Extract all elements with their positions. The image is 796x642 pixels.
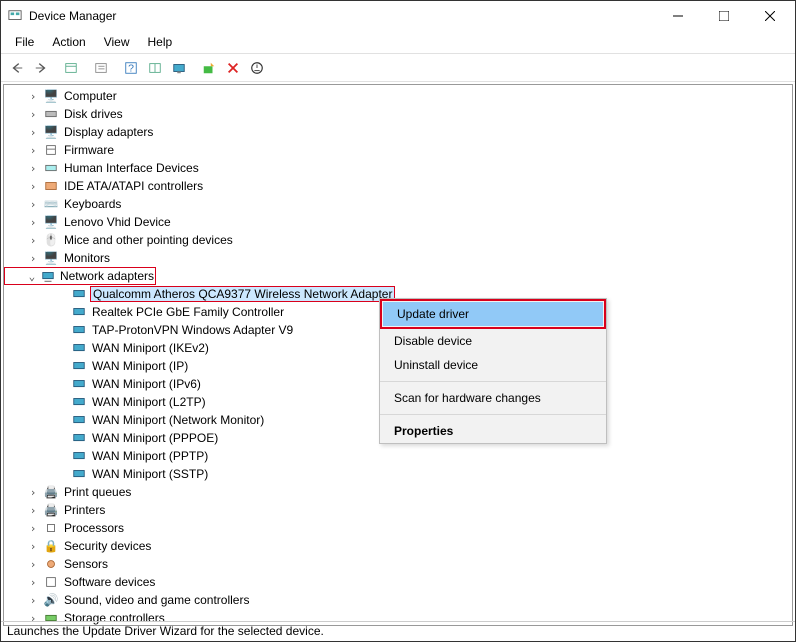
menu-action[interactable]: Action — [44, 33, 93, 51]
tree-item[interactable]: ›Software devices — [4, 573, 792, 591]
network-icon — [71, 358, 87, 374]
tree-item[interactable]: ›🖥️Computer — [4, 87, 792, 105]
network-icon — [71, 286, 87, 302]
context-disable-device[interactable]: Disable device — [380, 329, 606, 353]
back-button[interactable] — [5, 57, 29, 79]
hid-icon — [43, 160, 59, 176]
forward-button[interactable] — [29, 57, 53, 79]
expand-icon[interactable]: › — [26, 522, 40, 535]
tree-item[interactable]: ›IDE ATA/ATAPI controllers — [4, 177, 792, 195]
minimize-button[interactable] — [655, 1, 701, 31]
sensor-icon — [43, 556, 59, 572]
menubar: File Action View Help — [1, 31, 795, 54]
expand-icon[interactable]: › — [26, 504, 40, 517]
context-scan-hardware[interactable]: Scan for hardware changes — [380, 386, 606, 410]
expand-icon[interactable]: › — [26, 108, 40, 121]
printer-icon: 🖨️ — [43, 502, 59, 518]
tree-item[interactable]: ›⌨️Keyboards — [4, 195, 792, 213]
tree-item[interactable]: WAN Miniport (PPTP) — [4, 447, 792, 465]
maximize-button[interactable] — [701, 1, 747, 31]
display-icon: 🖥️ — [43, 124, 59, 140]
window-title: Device Manager — [29, 9, 655, 23]
tree-item[interactable]: WAN Miniport (SSTP) — [4, 465, 792, 483]
expand-icon[interactable]: › — [26, 558, 40, 571]
expand-icon[interactable]: › — [26, 126, 40, 139]
uninstall-icon[interactable] — [221, 57, 245, 79]
update-driver-icon[interactable] — [197, 57, 221, 79]
menu-file[interactable]: File — [7, 33, 42, 51]
menu-view[interactable]: View — [96, 33, 138, 51]
expand-icon[interactable]: › — [26, 90, 40, 103]
ide-icon — [43, 178, 59, 194]
expand-icon[interactable]: › — [26, 144, 40, 157]
tree-item[interactable]: ›🔊Sound, video and game controllers — [4, 591, 792, 609]
expand-icon[interactable]: › — [26, 216, 40, 229]
print-icon: 🖨️ — [43, 484, 59, 500]
keyboard-icon: ⌨️ — [43, 196, 59, 212]
firmware-icon — [43, 142, 59, 158]
tree-item[interactable]: ›🖥️Lenovo Vhid Device — [4, 213, 792, 231]
expand-icon[interactable]: › — [26, 252, 40, 265]
security-icon: 🔒 — [43, 538, 59, 554]
app-icon — [7, 8, 23, 24]
cpu-icon — [43, 520, 59, 536]
tree-item[interactable]: ›🖱️Mice and other pointing devices — [4, 231, 792, 249]
statusbar: Launches the Update Driver Wizard for th… — [1, 621, 795, 641]
network-icon — [71, 340, 87, 356]
toolbar-icon-4[interactable] — [143, 57, 167, 79]
scan-hardware-icon[interactable] — [167, 57, 191, 79]
mouse-icon: 🖱️ — [43, 232, 59, 248]
disable-icon[interactable] — [245, 57, 269, 79]
network-icon — [71, 394, 87, 410]
toolbar-icon-2[interactable] — [89, 57, 113, 79]
expand-icon[interactable]: › — [26, 540, 40, 553]
network-icon — [71, 448, 87, 464]
network-icon — [71, 412, 87, 428]
monitor-icon: 🖥️ — [43, 250, 59, 266]
tree-item[interactable]: ›Human Interface Devices — [4, 159, 792, 177]
tree-item[interactable]: ›🖨️Printers — [4, 501, 792, 519]
network-icon — [71, 322, 87, 338]
menu-help[interactable]: Help — [140, 33, 181, 51]
context-properties[interactable]: Properties — [380, 419, 606, 443]
computer-icon: 🖥️ — [43, 88, 59, 104]
context-update-driver[interactable]: Update driver — [383, 302, 603, 326]
tree-item[interactable]: ›🖥️Display adapters — [4, 123, 792, 141]
context-uninstall-device[interactable]: Uninstall device — [380, 353, 606, 377]
expand-icon[interactable]: › — [26, 486, 40, 499]
collapse-icon[interactable]: ⌄ — [26, 270, 38, 283]
tree-item[interactable]: ›🖨️Print queues — [4, 483, 792, 501]
network-icon — [71, 466, 87, 482]
sound-icon: 🔊 — [43, 592, 59, 608]
display-icon: 🖥️ — [43, 214, 59, 230]
context-sep — [380, 414, 606, 415]
network-icon — [41, 268, 55, 284]
svg-text:?: ? — [128, 62, 134, 74]
expand-icon[interactable]: › — [26, 234, 40, 247]
context-menu: Update driver Disable device Uninstall d… — [379, 298, 607, 444]
titlebar: Device Manager — [1, 1, 795, 31]
expand-icon[interactable]: › — [26, 576, 40, 589]
tree-item[interactable]: ›Firmware — [4, 141, 792, 159]
expand-icon[interactable]: › — [26, 180, 40, 193]
disk-icon — [43, 106, 59, 122]
toolbar: ? — [1, 54, 795, 82]
toolbar-icon-1[interactable] — [59, 57, 83, 79]
tree-item-network-adapters[interactable]: ⌄ Network adapters — [4, 267, 156, 285]
expand-icon[interactable]: › — [26, 594, 40, 607]
network-icon — [71, 376, 87, 392]
close-button[interactable] — [747, 1, 793, 31]
tree-item[interactable]: ›🖥️Monitors — [4, 249, 792, 267]
tree-item[interactable]: ›Processors — [4, 519, 792, 537]
expand-icon[interactable]: › — [26, 162, 40, 175]
help-icon[interactable]: ? — [119, 57, 143, 79]
tree-item[interactable]: ›🔒Security devices — [4, 537, 792, 555]
network-icon — [71, 430, 87, 446]
network-icon — [71, 304, 87, 320]
context-sep — [380, 381, 606, 382]
software-icon — [43, 574, 59, 590]
tree-item[interactable]: ›Sensors — [4, 555, 792, 573]
tree-item[interactable]: ›Disk drives — [4, 105, 792, 123]
expand-icon[interactable]: › — [26, 198, 40, 211]
